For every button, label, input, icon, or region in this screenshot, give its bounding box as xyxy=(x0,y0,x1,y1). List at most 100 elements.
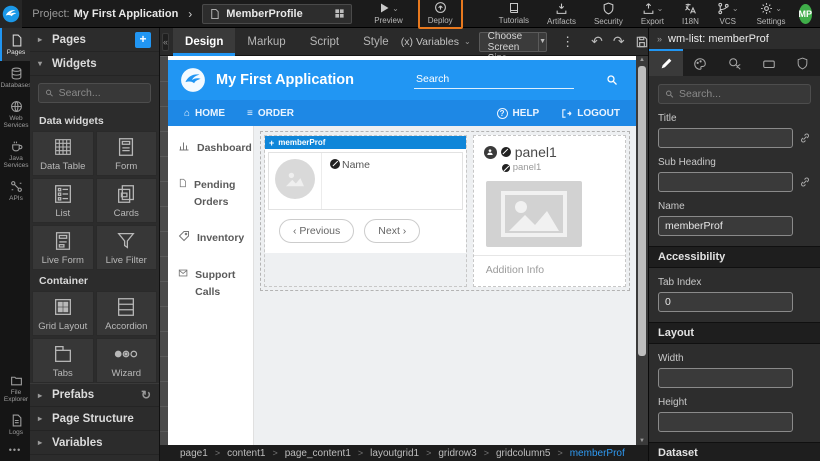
tab-events[interactable] xyxy=(717,49,751,76)
nav-home[interactable]: ⌂ HOME xyxy=(184,108,225,119)
widget-tile-cards[interactable]: Cards xyxy=(96,178,158,223)
app-logo-icon[interactable] xyxy=(180,67,206,93)
widget-search[interactable] xyxy=(38,83,151,103)
widget-tile-live-filter[interactable]: Live Filter xyxy=(96,225,158,270)
breadcrumb-gridrow3[interactable]: gridrow3 xyxy=(438,448,476,459)
gridrow-selection[interactable]: + memberProf xyxy=(260,131,630,291)
i18n-button[interactable]: I18N xyxy=(682,2,699,26)
properties-search[interactable] xyxy=(658,84,811,104)
widget-tile-list[interactable]: List xyxy=(32,178,94,223)
scroll-up-arrow[interactable]: ▲ xyxy=(636,57,648,63)
tab-design[interactable]: Design xyxy=(173,28,235,56)
widget-tile-accordion[interactable]: Accordion xyxy=(96,291,158,336)
layout-section-header[interactable]: Layout xyxy=(649,322,820,344)
list-item[interactable]: Name xyxy=(268,152,463,210)
undo-button[interactable]: ↶ xyxy=(586,33,608,50)
canvas-scrollbar[interactable]: ▲ ▼ xyxy=(636,56,648,445)
rail-item-java-services[interactable]: Java Services xyxy=(0,134,30,174)
panel1-header[interactable]: panel1 xyxy=(474,136,625,160)
list-item-name-field[interactable]: Name xyxy=(322,153,378,209)
widget-tile-data-table[interactable]: Data Table xyxy=(32,131,94,176)
user-avatar[interactable]: MP xyxy=(799,4,813,24)
widget-search-input[interactable] xyxy=(59,87,144,99)
widget-tile-grid-layout[interactable]: Grid Layout xyxy=(32,291,94,336)
tab-devices[interactable] xyxy=(752,49,786,76)
breadcrumb-page-content1[interactable]: page_content1 xyxy=(285,448,351,459)
widget-tile-tabs[interactable]: Tabs xyxy=(32,338,94,383)
link-icon[interactable] xyxy=(799,176,811,188)
subheading-input[interactable] xyxy=(658,172,793,192)
app-search-field[interactable]: Search xyxy=(414,71,574,89)
redo-button[interactable]: ↷ xyxy=(608,33,630,50)
variables-menu-button[interactable]: (x) Variables ⌄ xyxy=(401,36,471,48)
page-tab-memberprofile[interactable]: MemberProfile xyxy=(202,4,352,24)
deploy-button[interactable]: Deploy xyxy=(418,0,463,29)
rail-item-pages[interactable]: Pages xyxy=(0,28,30,61)
tab-style[interactable]: Style xyxy=(351,28,401,56)
menu-item-pending-orders[interactable]: Pending Orders xyxy=(178,177,253,211)
rail-more-button[interactable]: ••• xyxy=(0,441,30,461)
breadcrumb-memberprof[interactable]: memberProf xyxy=(570,448,625,459)
prefabs-accordion[interactable]: ▸ Prefabs ↻ xyxy=(30,383,159,407)
tab-markup[interactable]: Markup xyxy=(235,28,297,56)
breadcrumb-content1[interactable]: content1 xyxy=(227,448,265,459)
rail-item-web-services[interactable]: Web Services xyxy=(0,94,30,134)
preview-button[interactable]: ⌄ Preview xyxy=(374,2,402,25)
panel1-image-placeholder[interactable] xyxy=(486,181,582,247)
export-button[interactable]: ⌄ Export xyxy=(641,2,664,26)
security-button[interactable]: Security xyxy=(594,2,623,26)
add-page-button[interactable]: + xyxy=(135,32,151,48)
scroll-down-arrow[interactable]: ▼ xyxy=(636,438,648,444)
app-search-icon[interactable] xyxy=(606,74,618,86)
nav-order[interactable]: ≡ ORDER xyxy=(247,108,294,119)
breadcrumb-gridcolumn5[interactable]: gridcolumn5 xyxy=(496,448,550,459)
wavemaker-logo[interactable] xyxy=(0,0,22,28)
rail-item-logs[interactable]: Logs xyxy=(0,408,30,441)
panel1-widget[interactable]: panel1 panel1 Addition Info xyxy=(473,135,626,287)
move-handle-icon[interactable]: + xyxy=(269,138,274,148)
tab-security[interactable] xyxy=(786,49,820,76)
menu-item-support-calls[interactable]: Support Calls xyxy=(178,267,253,301)
more-options-button[interactable]: ⋮ xyxy=(555,34,580,50)
width-input[interactable] xyxy=(658,368,793,388)
height-input[interactable] xyxy=(658,412,793,432)
artifacts-button[interactable]: Artifacts xyxy=(547,2,576,26)
memberprof-list-widget[interactable]: + memberProf xyxy=(264,135,467,287)
dataset-section-header[interactable]: Dataset xyxy=(649,442,820,461)
previous-page-button[interactable]: ‹ Previous xyxy=(279,219,354,243)
rail-item-databases[interactable]: Databases xyxy=(0,61,30,94)
tab-index-input[interactable] xyxy=(658,292,793,312)
link-icon[interactable] xyxy=(799,132,811,144)
nav-logout[interactable]: LOGOUT xyxy=(561,108,620,119)
name-input[interactable] xyxy=(658,216,793,236)
tutorials-button[interactable]: Tutorials xyxy=(499,2,529,25)
pages-accordion[interactable]: ▸ Pages + xyxy=(30,28,159,52)
title-input[interactable] xyxy=(658,128,793,148)
settings-button[interactable]: ⌄ Settings xyxy=(757,2,786,26)
properties-search-input[interactable] xyxy=(679,88,804,100)
tab-properties[interactable] xyxy=(649,49,683,76)
tab-styles[interactable] xyxy=(683,49,717,76)
nav-help[interactable]: ? HELP xyxy=(497,108,540,119)
collapse-left-panel-button[interactable]: « xyxy=(162,33,169,51)
next-page-button[interactable]: Next › xyxy=(364,219,420,243)
tab-script[interactable]: Script xyxy=(298,28,351,56)
widgets-accordion[interactable]: ▾ Widgets xyxy=(30,52,159,76)
screen-size-select[interactable]: -- Choose Screen Size -- ▼ xyxy=(479,32,547,52)
menu-item-dashboard[interactable]: Dashboard xyxy=(178,140,253,157)
expand-panel-button[interactable]: » xyxy=(657,34,662,44)
page-structure-accordion[interactable]: ▸ Page Structure xyxy=(30,407,159,431)
breadcrumb-layoutgrid1[interactable]: layoutgrid1 xyxy=(370,448,419,459)
scrollbar-thumb[interactable] xyxy=(638,66,646,356)
rail-item-apis[interactable]: APIs xyxy=(0,174,30,207)
vcs-button[interactable]: ⌄ VCS xyxy=(717,2,739,26)
widget-tile-live-form[interactable]: Live Form xyxy=(32,225,94,270)
breadcrumb-page1[interactable]: page1 xyxy=(180,448,208,459)
widget-tile-form[interactable]: Form xyxy=(96,131,158,176)
memberprof-widget-header[interactable]: + memberProf xyxy=(265,136,466,149)
variables-accordion[interactable]: ▸ Variables xyxy=(30,431,159,455)
rail-item-file-explorer[interactable]: File Explorer xyxy=(0,368,30,408)
menu-item-inventory[interactable]: Inventory xyxy=(178,230,253,247)
accessibility-section-header[interactable]: Accessibility xyxy=(649,246,820,268)
widget-tile-wizard[interactable]: Wizard xyxy=(96,338,158,383)
